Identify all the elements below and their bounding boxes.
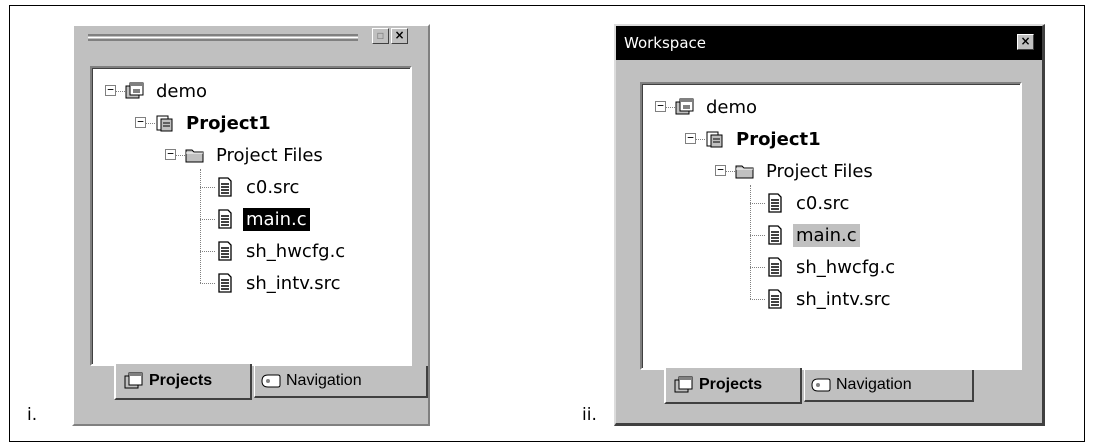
navigation-tab-icon xyxy=(811,377,836,393)
tree-item-label: sh_intv.src xyxy=(246,272,341,294)
tab-projects-label: Projects xyxy=(699,376,763,393)
tree-item-label: sh_intv.src xyxy=(796,288,891,310)
tree-connector xyxy=(200,169,201,283)
tree-connector xyxy=(696,139,705,140)
tree-item-label: Project1 xyxy=(186,112,271,134)
tree-connector xyxy=(666,107,675,108)
workspace-icon xyxy=(125,81,145,101)
collapse-toggle[interactable]: − xyxy=(165,148,176,160)
collapse-toggle[interactable]: − xyxy=(105,84,116,96)
tree-connector xyxy=(750,203,765,204)
projects-tab-icon xyxy=(124,371,149,391)
tab-navigation[interactable]: Navigation xyxy=(804,370,974,402)
tab-navigation[interactable]: Navigation xyxy=(254,366,428,398)
collapse-toggle[interactable]: − xyxy=(655,100,666,112)
collapse-toggle[interactable]: − xyxy=(685,132,696,144)
caption-i: i. xyxy=(27,405,38,425)
tree-item[interactable]: sh_hwcfg.c xyxy=(765,253,898,281)
tree-connector xyxy=(146,123,155,124)
close-button[interactable]: × xyxy=(391,28,408,44)
tree-item[interactable]: sh_intv.src xyxy=(215,269,344,297)
tree-item-label: c0.src xyxy=(246,176,300,198)
project-tree[interactable]: − demo − Project1 − Project Files c0.src main.c… xyxy=(640,82,1022,370)
window-title: Workspace xyxy=(624,34,706,52)
tree-item[interactable]: demo xyxy=(125,77,210,105)
project-icon xyxy=(705,129,725,149)
tree-item[interactable]: c0.src xyxy=(765,189,852,217)
tab-projects-label: Projects xyxy=(149,372,213,389)
tree-item-label: demo xyxy=(706,96,758,118)
folder-icon xyxy=(185,145,205,165)
tree-item[interactable]: Project Files xyxy=(185,141,326,169)
file-icon xyxy=(215,273,235,293)
file-icon xyxy=(765,289,785,309)
file-icon xyxy=(765,193,785,213)
tree-item-label: sh_hwcfg.c xyxy=(246,240,346,262)
tree-connector xyxy=(726,171,735,172)
project-tree[interactable]: − demo − Project1 − Project Files c0.src main.c… xyxy=(90,66,412,366)
tree-item-label: demo xyxy=(156,80,208,102)
tree-item-label: Project Files xyxy=(216,144,323,166)
project-tree-content: − demo − Project1 − Project Files c0.src main.c… xyxy=(92,68,410,364)
restore-button[interactable]: ▫ xyxy=(372,28,389,44)
tree-item-label: sh_hwcfg.c xyxy=(796,256,896,278)
tree-item-label: main.c xyxy=(793,223,860,247)
collapse-toggle[interactable]: − xyxy=(715,164,726,176)
projects-tab-icon xyxy=(674,375,699,395)
tree-connector xyxy=(750,185,751,299)
tab-projects[interactable]: Projects xyxy=(664,368,802,404)
caption-ii: ii. xyxy=(582,405,597,425)
close-button[interactable]: × xyxy=(1017,34,1034,50)
workspace-icon xyxy=(675,97,695,117)
tab-navigation-label: Navigation xyxy=(836,376,912,393)
workspace-window-docked: ▫ × − demo − Project1 − Project Files c0.src ma… xyxy=(72,24,430,426)
project-icon xyxy=(155,113,175,133)
tree-connector xyxy=(200,251,215,252)
tree-item-label: c0.src xyxy=(796,192,850,214)
folder-icon xyxy=(735,161,755,181)
tree-connector xyxy=(176,155,185,156)
tree-connector xyxy=(200,187,215,188)
collapse-toggle[interactable]: − xyxy=(135,116,146,128)
navigation-tab-icon xyxy=(261,373,286,389)
tree-item[interactable]: Project1 xyxy=(155,109,274,137)
workspace-window-floating: Workspace × − demo − Project1 − Project Files… xyxy=(614,24,1045,426)
tree-item-label: Project1 xyxy=(736,128,821,150)
tree-item-label: Project Files xyxy=(766,160,873,182)
tree-item[interactable]: Project Files xyxy=(735,157,876,185)
file-icon xyxy=(765,225,785,245)
tree-connector xyxy=(200,283,215,284)
project-tree-content: − demo − Project1 − Project Files c0.src main.c… xyxy=(642,84,1020,368)
tree-item[interactable]: c0.src xyxy=(215,173,302,201)
tree-item[interactable]: demo xyxy=(675,93,760,121)
file-icon xyxy=(215,209,235,229)
tree-connector xyxy=(116,91,125,92)
tree-item[interactable]: sh_intv.src xyxy=(765,285,894,313)
tree-connector xyxy=(200,219,215,220)
tree-item[interactable]: Project1 xyxy=(705,125,824,153)
tree-connector xyxy=(750,235,765,236)
window-titlebar[interactable]: Workspace × xyxy=(616,26,1042,60)
file-icon xyxy=(765,257,785,277)
tree-item[interactable]: main.c xyxy=(215,205,311,233)
tree-item[interactable]: sh_hwcfg.c xyxy=(215,237,348,265)
tree-connector xyxy=(750,299,765,300)
tab-projects[interactable]: Projects xyxy=(114,364,252,400)
file-icon xyxy=(215,241,235,261)
drag-grip[interactable] xyxy=(88,34,358,41)
tree-connector xyxy=(750,267,765,268)
file-icon xyxy=(215,177,235,197)
tree-item-label: main.c xyxy=(242,206,311,232)
tab-navigation-label: Navigation xyxy=(286,372,362,389)
tree-item[interactable]: main.c xyxy=(765,221,860,249)
